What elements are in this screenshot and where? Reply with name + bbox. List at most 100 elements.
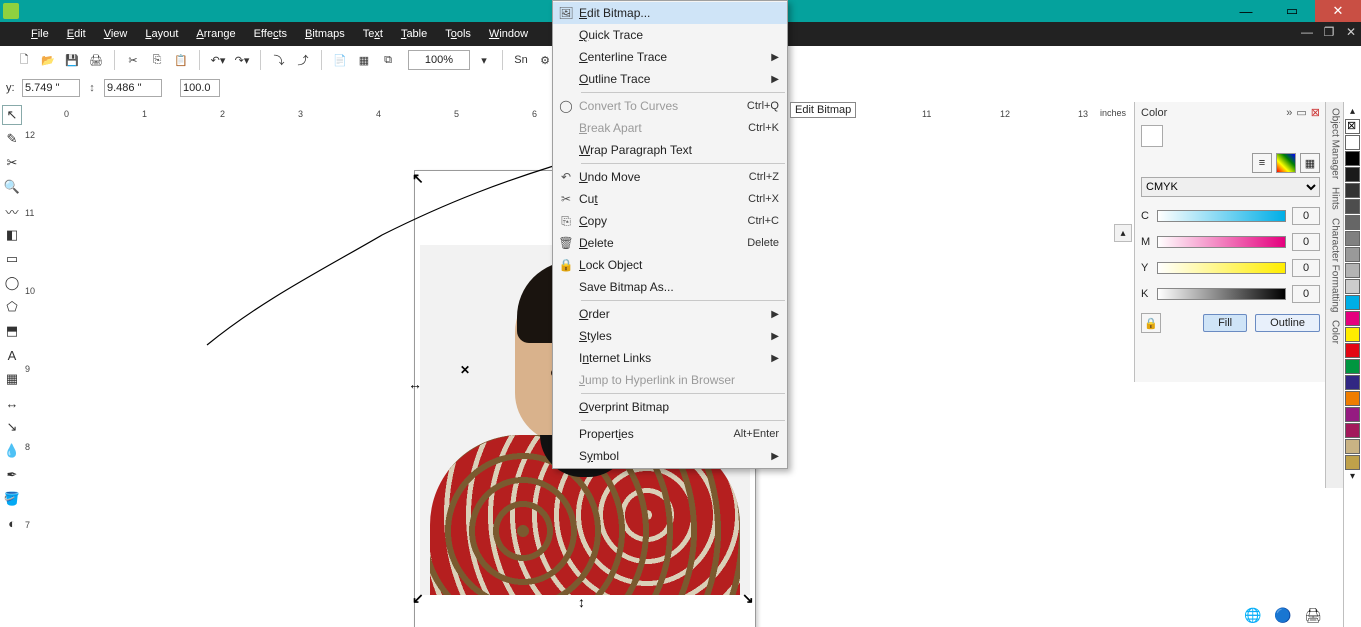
menu-arrange[interactable]: Arrange xyxy=(187,22,244,46)
color-swatch[interactable] xyxy=(1345,231,1360,246)
slider-track[interactable] xyxy=(1157,210,1286,222)
menu-edit[interactable]: Edit xyxy=(58,22,95,46)
docker-tab[interactable]: Color xyxy=(1330,320,1341,344)
print-button[interactable]: 🖨 xyxy=(86,50,106,70)
slider-track[interactable] xyxy=(1157,262,1286,274)
eyedropper-tool[interactable]: 💧 xyxy=(3,442,21,460)
menu-item-undo-move[interactable]: ↶Undo MoveCtrl+Z xyxy=(553,166,787,188)
color-swatch[interactable] xyxy=(1345,135,1360,150)
menu-item-centerline-trace[interactable]: Centerline Trace▶ xyxy=(553,46,787,68)
fill-button[interactable]: Fill xyxy=(1203,314,1247,332)
ellipse-tool[interactable]: ◯ xyxy=(3,274,21,292)
table-tool[interactable]: ▦ xyxy=(3,370,21,388)
welcome-button[interactable]: ⧉ xyxy=(378,50,398,70)
slider-track[interactable] xyxy=(1157,236,1286,248)
docker-expand-icon[interactable]: » xyxy=(1286,107,1292,119)
menu-item-overprint[interactable]: Overprint Bitmap xyxy=(553,396,787,418)
zoom-tool[interactable]: 🔍 xyxy=(3,178,21,196)
color-swatch[interactable] xyxy=(1345,439,1360,454)
handle-s[interactable]: ↕ xyxy=(578,596,590,608)
open-button[interactable]: 📂 xyxy=(38,50,58,70)
crop-tool[interactable]: ✂ xyxy=(3,154,21,172)
cut-button[interactable]: ✂ xyxy=(123,50,143,70)
color-viewer-mode[interactable] xyxy=(1276,153,1296,173)
color-model-select[interactable]: CMYK xyxy=(1141,177,1320,197)
slider-value[interactable]: 0 xyxy=(1292,285,1320,303)
pick-tool[interactable]: ↖ xyxy=(3,106,21,124)
height-input[interactable]: 9.486 " xyxy=(104,79,162,97)
connector-tool[interactable]: ↘ xyxy=(3,418,21,436)
menu-item-wrap-para[interactable]: Wrap Paragraph Text xyxy=(553,139,787,161)
docker-tab[interactable]: Hints xyxy=(1330,187,1341,210)
handle-se[interactable]: ↘ xyxy=(742,592,754,604)
current-color-swatch[interactable] xyxy=(1141,125,1163,147)
menu-item-delete[interactable]: 🗑DeleteDelete xyxy=(553,232,787,254)
menu-effects[interactable]: Effects xyxy=(245,22,296,46)
color-swatch[interactable] xyxy=(1345,311,1360,326)
docker-tab[interactable]: Character Formatting xyxy=(1330,218,1341,312)
color-swatch[interactable] xyxy=(1345,151,1360,166)
redo-button[interactable]: ↷▾ xyxy=(232,50,252,70)
menu-item-quick-trace[interactable]: Quick Trace xyxy=(553,24,787,46)
color-swatch[interactable] xyxy=(1345,327,1360,342)
menu-tools[interactable]: Tools xyxy=(436,22,480,46)
menu-item-props[interactable]: PropertiesAlt+Enter xyxy=(553,423,787,445)
color-palettes-mode[interactable]: ▦ xyxy=(1300,153,1320,173)
menu-text[interactable]: Text xyxy=(354,22,392,46)
slider-value[interactable]: 0 xyxy=(1292,259,1320,277)
handle-w[interactable]: ↔ xyxy=(408,378,420,390)
menu-item-copy[interactable]: ⎘CopyCtrl+C xyxy=(553,210,787,232)
status-icon[interactable]: 🖨 xyxy=(1305,607,1321,623)
basic-shapes-tool[interactable]: ⬒ xyxy=(3,322,21,340)
menu-bitmaps[interactable]: Bitmaps xyxy=(296,22,354,46)
doc-minimize-button[interactable]: — xyxy=(1299,25,1315,39)
outline-button[interactable]: Outline xyxy=(1255,314,1320,332)
text-tool[interactable]: A xyxy=(3,346,21,364)
export-button[interactable]: ⤴ xyxy=(293,50,313,70)
color-swatch[interactable] xyxy=(1345,423,1360,438)
menu-item-styles[interactable]: Styles▶ xyxy=(553,325,787,347)
polygon-tool[interactable]: ⬠ xyxy=(3,298,21,316)
save-button[interactable]: 💾 xyxy=(62,50,82,70)
menu-item-outline-trace[interactable]: Outline Trace▶ xyxy=(553,68,787,90)
status-icon[interactable]: 🌐 xyxy=(1245,607,1261,623)
color-swatch[interactable] xyxy=(1345,215,1360,230)
docker-close-button[interactable]: ⊠ xyxy=(1311,106,1320,119)
menu-item-order[interactable]: Order▶ xyxy=(553,303,787,325)
scale-y-input[interactable]: 100.0 xyxy=(180,79,220,97)
menu-window[interactable]: Window xyxy=(480,22,537,46)
app-launcher-button[interactable]: ▦ xyxy=(354,50,374,70)
import-button[interactable]: ⤵ xyxy=(269,50,289,70)
fill-tool[interactable]: 🪣 xyxy=(3,490,21,508)
color-swatch[interactable] xyxy=(1345,375,1360,390)
menu-item-lock[interactable]: 🔒Lock Object xyxy=(553,254,787,276)
dimension-tool[interactable]: ↔ xyxy=(3,394,21,412)
color-swatch[interactable] xyxy=(1345,167,1360,182)
status-icon[interactable]: 🔵 xyxy=(1275,607,1291,623)
menu-item-edit-bitmap[interactable]: 🖼Edit Bitmap... xyxy=(553,2,787,24)
color-swatch[interactable] xyxy=(1345,247,1360,262)
undo-button[interactable]: ↶▾ xyxy=(208,50,228,70)
publish-pdf-button[interactable]: 📄 xyxy=(330,50,350,70)
palette-scroll-up[interactable]: ▴ xyxy=(1350,106,1355,117)
color-sliders-mode[interactable]: ≡ xyxy=(1252,153,1272,173)
color-swatch[interactable] xyxy=(1345,359,1360,374)
slider-value[interactable]: 0 xyxy=(1292,207,1320,225)
doc-close-button[interactable]: ✕ xyxy=(1343,25,1359,39)
new-button[interactable]: 🗋 xyxy=(14,50,34,70)
slider-track[interactable] xyxy=(1157,288,1286,300)
vertical-ruler[interactable]: 121110987 xyxy=(24,120,43,627)
interactive-fill-tool[interactable]: ◐ xyxy=(3,514,21,532)
menu-item-symbol[interactable]: Symbol▶ xyxy=(553,445,787,467)
smart-fill-tool[interactable]: ◧ xyxy=(3,226,21,244)
slider-value[interactable]: 0 xyxy=(1292,233,1320,251)
copy-button[interactable]: ⎘ xyxy=(147,50,167,70)
menu-table[interactable]: Table xyxy=(392,22,436,46)
rectangle-tool[interactable]: ▭ xyxy=(3,250,21,268)
color-swatch[interactable] xyxy=(1345,391,1360,406)
scrollbar-up[interactable]: ▴ xyxy=(1114,224,1132,242)
zoom-dropdown[interactable]: ▾ xyxy=(474,50,494,70)
y-input[interactable]: 5.749 " xyxy=(22,79,80,97)
shape-tool[interactable]: ✎ xyxy=(3,130,21,148)
handle-sw[interactable]: ↙ xyxy=(412,592,424,604)
